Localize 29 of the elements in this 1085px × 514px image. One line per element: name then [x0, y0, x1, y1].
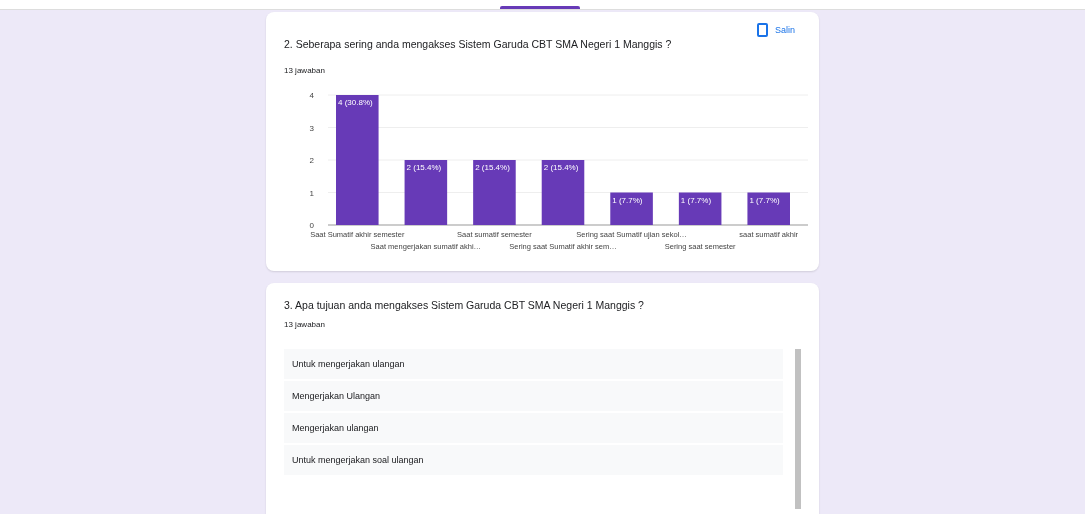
bar — [541, 160, 585, 225]
scrollbar[interactable] — [795, 349, 801, 509]
copy-button[interactable]: Salin — [751, 22, 801, 38]
bar — [404, 160, 448, 225]
bar — [610, 192, 653, 225]
bar-value-label: 1 (7.7%) — [680, 195, 712, 205]
answer-row: Mengerjakan Ulangan — [284, 381, 783, 411]
answer-row: Untuk mengerjakan ulangan — [284, 349, 783, 379]
question-title: 3. Apa tujuan anda mengakses Sistem Garuda CBT SMA Negeri 1 Manggis ? — [284, 299, 645, 311]
copy-icon — [757, 23, 769, 37]
y-tick-label: 4 — [309, 91, 314, 100]
bar-value-label: 2 (15.4%) — [475, 163, 510, 172]
bar-value-label: 1 (7.7%) — [749, 195, 780, 205]
bar-value-label: 2 (15.4%) — [543, 163, 579, 172]
bar-value-label: 2 (15.4%) — [406, 163, 442, 172]
response-count: 13 jawaban — [284, 320, 326, 329]
y-tick-label: 2 — [309, 156, 314, 165]
y-tick-label: 1 — [309, 188, 314, 198]
answer-row: Mengerjakan ulangan — [284, 413, 783, 443]
question-title: 2. Seberapa sering anda mengakses Sistem Garuda CBT SMA Negeri 1 Manggis ? — [284, 38, 673, 50]
y-tick-label: 0 — [309, 221, 314, 230]
bar-value-label: 4 (30.8%) — [338, 98, 373, 107]
bar — [678, 192, 722, 225]
bar — [747, 192, 790, 225]
bar-value-label: 1 (7.7%) — [612, 195, 643, 205]
response-count: 13 jawaban — [284, 66, 326, 75]
y-tick-label: 3 — [309, 123, 314, 133]
answer-row: Untuk mengerjakan soal ulangan — [284, 445, 783, 475]
bar — [473, 160, 516, 225]
